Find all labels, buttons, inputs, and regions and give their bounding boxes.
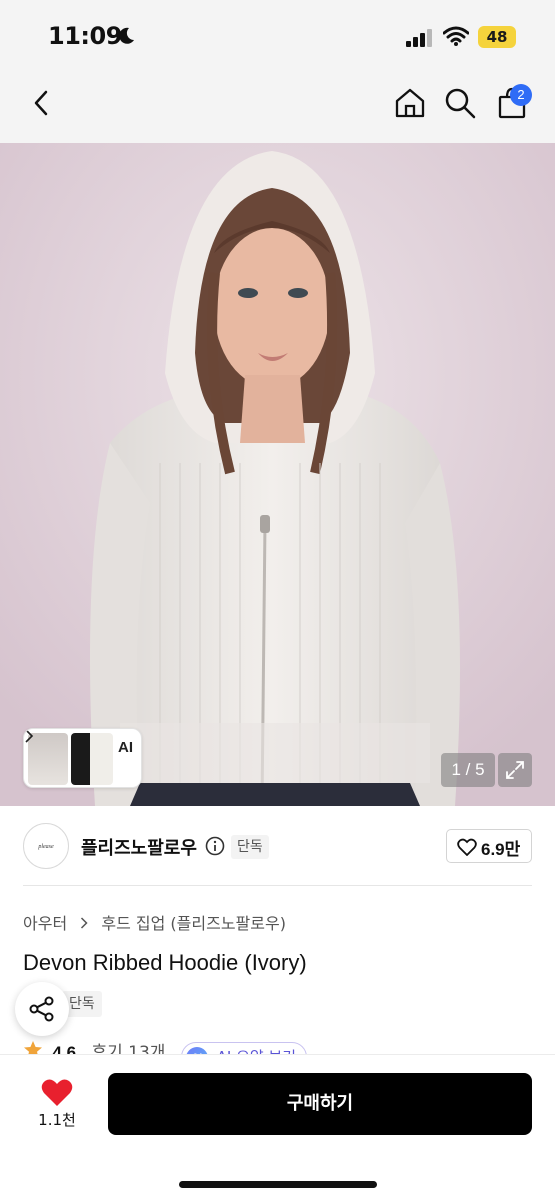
breadcrumb-item[interactable]: 후드 집업 (플리즈노팔로우)	[101, 914, 286, 933]
brand-name[interactable]: 플리즈노팔로우	[81, 834, 197, 860]
top-nav-bar: 2	[0, 70, 555, 143]
exclusive-badge: 단독	[231, 835, 269, 859]
heart-filled-icon[interactable]	[40, 1077, 74, 1107]
search-icon[interactable]	[443, 86, 477, 120]
chevron-right-icon	[25, 729, 34, 743]
product-image-gallery[interactable]: AI 1 / 5	[0, 143, 555, 806]
status-bar: 11:09 48	[0, 0, 555, 70]
heart-outline-icon	[457, 838, 477, 856]
brand-logo[interactable]: please NOFOLLOW	[23, 823, 69, 869]
battery-indicator: 48	[478, 26, 516, 48]
cart-count-badge: 2	[510, 84, 532, 106]
ai-thumbnail-card[interactable]: AI	[23, 728, 142, 788]
back-arrow-icon[interactable]	[26, 86, 60, 120]
chevron-right-icon	[81, 917, 88, 929]
image-counter: 1 / 5	[441, 753, 495, 787]
info-icon[interactable]	[205, 836, 225, 856]
brand-row: please NOFOLLOW 플리즈노팔로우 단독 6.9만	[0, 806, 555, 886]
bottom-action-bar: 1.1천 구매하기	[0, 1054, 555, 1200]
moon-icon	[119, 27, 134, 44]
signal-icon	[406, 29, 432, 47]
share-button[interactable]	[15, 982, 69, 1036]
divider	[23, 885, 532, 886]
thumbnail-image	[28, 733, 68, 785]
wifi-icon	[443, 26, 469, 46]
brand-like-count: 6.9만	[481, 840, 521, 859]
home-indicator	[179, 1181, 377, 1188]
thumbnail-ai-label: AI	[118, 739, 133, 756]
brand-like-button[interactable]: 6.9만	[446, 829, 532, 863]
home-icon[interactable]	[393, 86, 427, 120]
expand-button[interactable]	[498, 753, 532, 787]
expand-icon	[506, 761, 524, 779]
wishlist-count: 1.1천	[38, 1111, 76, 1129]
breadcrumb-item[interactable]: 아우터	[23, 914, 67, 933]
status-time: 11:09	[48, 22, 122, 50]
product-title: Devon Ribbed Hoodie (Ivory)	[23, 950, 307, 975]
share-icon	[29, 996, 54, 1022]
product-photo	[0, 143, 555, 806]
breadcrumb: 아우터 후드 집업 (플리즈노팔로우)	[23, 910, 286, 934]
buy-button[interactable]: 구매하기	[108, 1073, 532, 1135]
thumbnail-image	[71, 733, 113, 785]
